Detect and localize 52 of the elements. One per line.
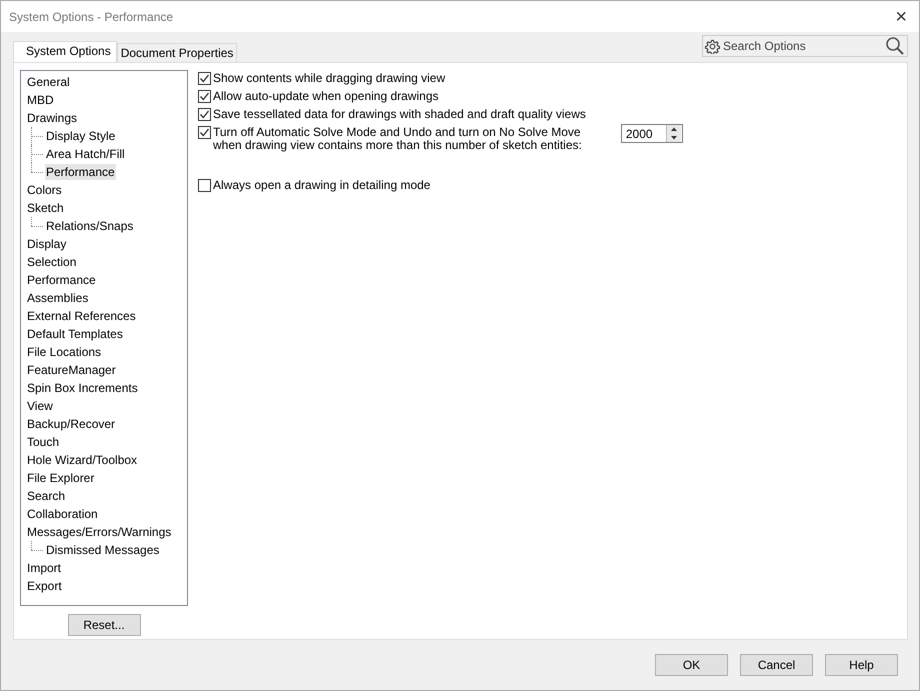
checkbox[interactable]	[198, 179, 211, 192]
tree-item[interactable]: File Explorer	[26, 470, 96, 486]
number-spinner[interactable]: 2000	[620, 124, 683, 143]
tree-item[interactable]: Colors	[26, 182, 63, 198]
window-title: System Options - Performance	[9, 10, 174, 24]
tree-item[interactable]: Collaboration	[26, 506, 99, 522]
tree-item[interactable]: Sketch	[26, 200, 65, 216]
tree-item[interactable]: Selection	[26, 254, 78, 270]
tree-item[interactable]: Messages/Errors/Warnings	[26, 524, 172, 540]
search-field[interactable]: Search Options	[720, 39, 885, 53]
option-label: Allow auto-update when opening drawings	[213, 90, 438, 103]
gear-icon	[705, 38, 720, 54]
tab[interactable]: System Options	[13, 41, 117, 62]
tree-item[interactable]: File Locations	[26, 344, 102, 360]
checkbox[interactable]	[198, 90, 211, 103]
tree-item[interactable]: Display Style	[45, 128, 116, 144]
option-label: Always open a drawing in detailing mode	[213, 179, 430, 192]
search-box[interactable]: Search Options	[702, 35, 908, 57]
tree-item[interactable]: Export	[26, 578, 63, 594]
tree-item[interactable]: General	[26, 74, 71, 90]
tree-item[interactable]: Spin Box Increments	[26, 380, 139, 396]
checkbox[interactable]	[198, 72, 211, 85]
tree-item[interactable]: Search	[26, 488, 66, 504]
tree-item[interactable]: Relations/Snaps	[45, 218, 134, 234]
tree-item[interactable]: Display	[26, 236, 68, 252]
dialog-button[interactable]: Help	[825, 654, 898, 676]
tree-item[interactable]: FeatureManager	[26, 362, 117, 378]
option-label: Turn off Automatic Solve Mode and Undo and turn on No Solve Move when drawing view contains more than this number of sketch entities:	[213, 126, 582, 152]
tree-item[interactable]: Performance	[26, 272, 97, 288]
tree-item[interactable]: Drawings	[26, 110, 78, 126]
tree-item[interactable]: Area Hatch/Fill	[45, 146, 126, 162]
search-icon[interactable]	[885, 36, 905, 56]
tree-item[interactable]: Assemblies	[26, 290, 90, 306]
reset-button[interactable]: Reset...	[68, 614, 140, 636]
tree-item[interactable]: External References	[26, 308, 137, 324]
tab[interactable]: Document Properties	[116, 43, 238, 62]
checkbox[interactable]	[198, 126, 211, 139]
tree-item[interactable]: Performance	[45, 164, 116, 180]
option-label: Save tessellated data for drawings with shaded and draft quality views	[213, 108, 586, 121]
tree-item[interactable]: Backup/Recover	[26, 416, 116, 432]
tree-item[interactable]: Default Templates	[26, 326, 124, 342]
tree-item[interactable]: View	[26, 398, 54, 414]
tree-item[interactable]: Import	[26, 560, 62, 576]
tree-item[interactable]: Dismissed Messages	[45, 542, 160, 558]
option-label: Show contents while dragging drawing view	[213, 72, 446, 85]
tree-item[interactable]: Hole Wizard/Toolbox	[26, 452, 138, 468]
close-button[interactable]: ×	[891, 6, 911, 26]
tree-item[interactable]: MBD	[26, 92, 55, 108]
tree-item[interactable]: Touch	[26, 434, 60, 450]
checkbox[interactable]	[198, 108, 211, 121]
dialog-button[interactable]: Cancel	[740, 654, 813, 676]
dialog-button[interactable]: OK	[655, 654, 728, 676]
